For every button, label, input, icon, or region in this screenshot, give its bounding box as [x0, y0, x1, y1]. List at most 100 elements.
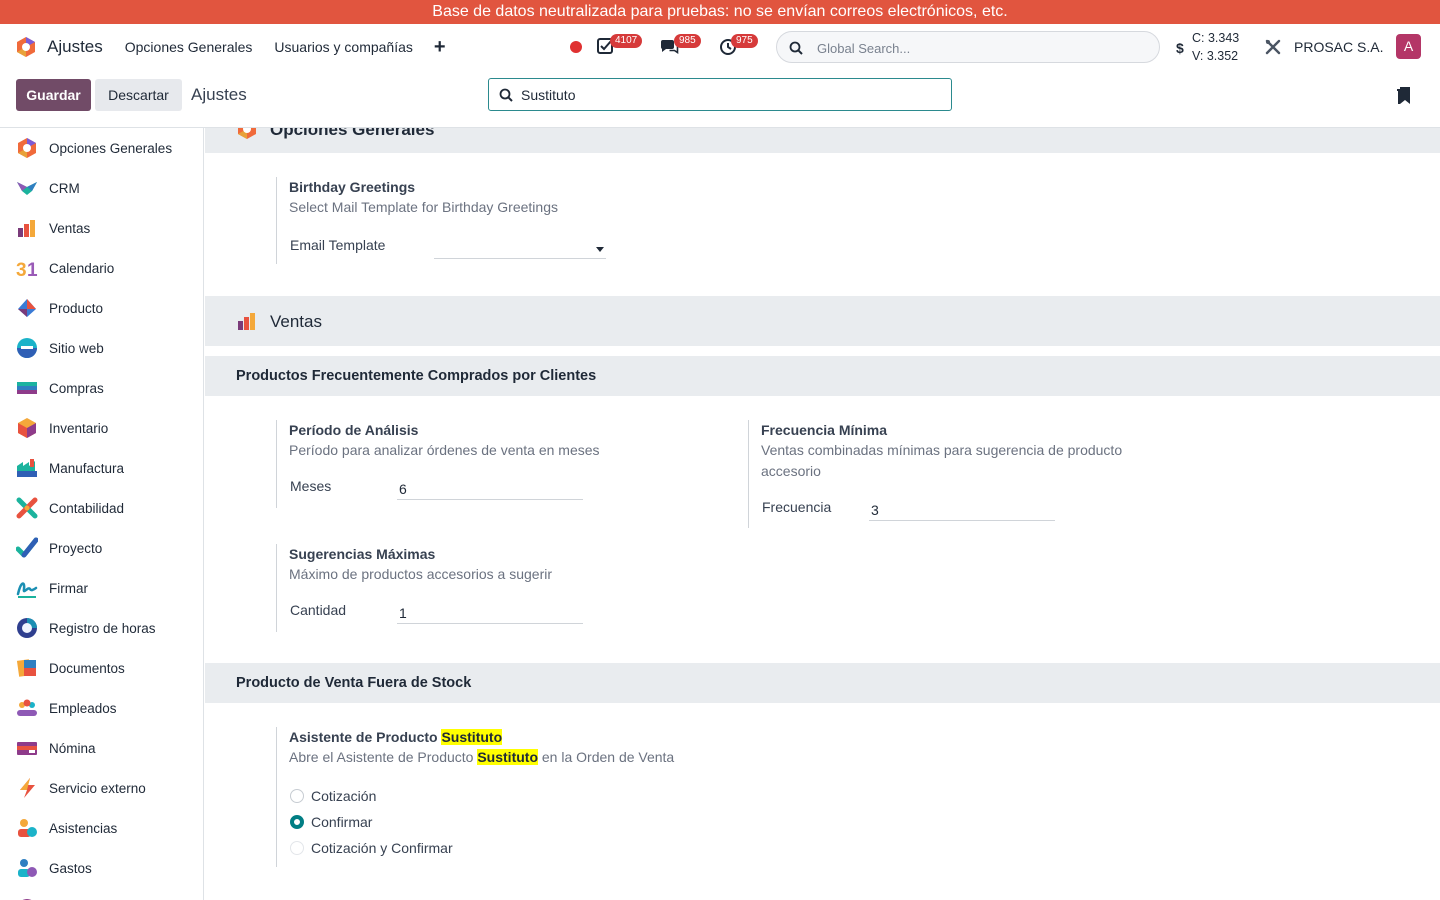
settings-app-icon[interactable]: [15, 36, 37, 58]
bookmark-icon[interactable]: [1396, 86, 1412, 106]
setting-minimum-frequency: Frecuencia Mínima Ventas combinadas míni…: [748, 420, 1188, 528]
frequency-input[interactable]: 3: [869, 499, 1055, 521]
radio-option-confirmar[interactable]: Confirmar: [290, 812, 372, 832]
global-search-input[interactable]: [817, 38, 1137, 58]
caret-down-icon: [596, 247, 604, 252]
settings-search-box[interactable]: [488, 78, 952, 111]
section-title: Productos Frecuentemente Comprados por C…: [236, 368, 597, 384]
settings-content: Opciones Generales Birthday Greetings Se…: [205, 128, 1440, 900]
months-input[interactable]: 6: [397, 478, 583, 500]
sidebar-item-sales[interactable]: Ventas: [0, 208, 203, 248]
sidebar-item-attendance[interactable]: Asistencias: [0, 808, 203, 848]
rate-v: V: 3.352: [1192, 49, 1239, 63]
sidebar-item-more[interactable]: [0, 888, 203, 900]
sidebar-item-label: Proyecto: [49, 540, 103, 556]
radio-option-cotizacion[interactable]: Cotización: [290, 786, 376, 806]
setting-analysis-period: Período de Análisis Período para analiza…: [276, 420, 716, 508]
section-title: Producto de Venta Fuera de Stock: [236, 675, 472, 691]
field-label: Meses: [290, 478, 332, 494]
sidebar-item-label: Producto: [49, 300, 104, 316]
setting-title: Período de Análisis: [289, 422, 419, 438]
menu-users-companies[interactable]: Usuarios y compañías: [274, 39, 413, 55]
payroll-icon: [17, 742, 37, 755]
neutralized-db-banner: Base de datos neutralizada para pruebas:…: [0, 0, 1440, 24]
sidebar-item-manufacturing[interactable]: Manufactura: [0, 448, 203, 488]
email-template-select[interactable]: [434, 237, 606, 259]
save-button[interactable]: Guardar: [16, 79, 91, 111]
add-menu-icon[interactable]: +: [434, 37, 446, 57]
sidebar-item-label: Asistencias: [49, 820, 118, 836]
purchase-icon: [17, 382, 37, 394]
sidebar-item-calendar[interactable]: 3 1 Calendario: [0, 248, 203, 288]
user-avatar[interactable]: A: [1396, 34, 1421, 59]
top-navbar: Ajustes Opciones Generales Usuarios y co…: [0, 24, 1440, 70]
sidebar-item-field-service[interactable]: Servicio externo: [0, 768, 203, 808]
sidebar-item-label: CRM: [49, 180, 80, 196]
setting-description: Abre el Asistente de Producto Sustituto …: [289, 747, 776, 768]
settings-search-input[interactable]: [521, 86, 921, 104]
desc-text: Abre el Asistente de Producto: [289, 749, 478, 765]
radio-label: Confirmar: [311, 814, 373, 830]
sidebar-item-inventory[interactable]: Inventario: [0, 408, 203, 448]
sidebar-item-label: Gastos: [49, 860, 92, 876]
radio-button[interactable]: [290, 841, 304, 855]
sidebar-item-project[interactable]: Proyecto: [0, 528, 203, 568]
page-title: Ajustes: [191, 85, 247, 104]
sidebar-item-label: Firmar: [49, 580, 88, 596]
general-settings-icon: [18, 138, 36, 158]
app-header-title: Ventas: [270, 312, 322, 331]
company-switcher[interactable]: PROSAC S.A.: [1294, 39, 1383, 55]
sidebar-item-expenses[interactable]: Gastos: [0, 848, 203, 888]
setting-description: Ventas combinadas mínimas para sugerenci…: [761, 442, 1123, 479]
sidebar-item-documents[interactable]: Documentos: [0, 648, 203, 688]
section-out-of-stock: Producto de Venta Fuera de Stock: [205, 663, 1440, 703]
app-header-sales: Ventas: [205, 296, 1440, 346]
field-label: Cantidad: [290, 602, 347, 618]
radio-button-checked[interactable]: [290, 815, 304, 829]
menu-general-options[interactable]: Opciones Generales: [125, 39, 253, 55]
sign-icon: [16, 582, 38, 598]
svg-text:1: 1: [27, 260, 38, 279]
sidebar-item-sign[interactable]: Firmar: [0, 568, 203, 608]
setting-title: Birthday Greetings: [289, 179, 416, 195]
sidebar-item-crm[interactable]: CRM: [0, 168, 203, 208]
sidebar-item-accounting[interactable]: Contabilidad: [0, 488, 203, 528]
sidebar-item-product[interactable]: Producto: [0, 288, 203, 328]
app-header-title: Opciones Generales: [270, 128, 435, 139]
messages-badge: 985: [674, 34, 701, 48]
website-icon: [17, 338, 37, 358]
search-highlight: Sustituto: [441, 729, 503, 745]
setting-birthday-greetings: Birthday Greetings Select Mail Template …: [276, 177, 716, 264]
quantity-input[interactable]: 1: [397, 602, 583, 624]
sidebar-item-general[interactable]: Opciones Generales: [0, 128, 203, 168]
sidebar-item-website[interactable]: Sitio web: [0, 328, 203, 368]
calendar-icon: 3 1: [16, 260, 38, 279]
global-search-box[interactable]: [776, 31, 1160, 63]
sidebar-item-purchase[interactable]: Compras: [0, 368, 203, 408]
setting-description: Período para analizar órdenes de venta e…: [289, 442, 600, 458]
sidebar-item-label: Opciones Generales: [49, 140, 173, 156]
sales-icon: [238, 313, 255, 330]
sidebar-item-label: Contabilidad: [49, 500, 125, 516]
app-name[interactable]: Ajustes: [47, 37, 103, 57]
discard-button[interactable]: Descartar: [95, 79, 182, 111]
sidebar-item-employees[interactable]: Empleados: [0, 688, 203, 728]
setting-title: Frecuencia Mínima: [761, 422, 888, 438]
exchange-rates: C: 3.343 V: 3.352: [1192, 29, 1239, 65]
recording-dot-icon[interactable]: [570, 41, 582, 53]
desc-text: en la Orden de Venta: [538, 749, 675, 765]
timesheets-badge: 975: [731, 34, 758, 48]
sidebar-item-payroll[interactable]: Nómina: [0, 728, 203, 768]
sales-icon: [18, 220, 35, 237]
debug-tools-icon[interactable]: [1264, 38, 1282, 56]
setting-title: Sugerencias Máximas: [289, 546, 436, 562]
setting-description: Máximo de productos accesorios a sugerir: [289, 566, 553, 582]
sidebar-item-timesheet[interactable]: Registro de horas: [0, 608, 203, 648]
radio-button[interactable]: [290, 789, 304, 803]
title-text: Asistente de Producto: [289, 729, 442, 745]
sidebar-item-label: Servicio externo: [49, 780, 146, 796]
sidebar-item-label: Empleados: [49, 700, 117, 716]
manufacturing-icon: [17, 459, 37, 477]
radio-option-cotizacion-confirmar[interactable]: Cotización y Confirmar: [290, 838, 453, 858]
setting-substitute-wizard: Asistente de Producto Sustituto Abre el …: [276, 727, 776, 867]
